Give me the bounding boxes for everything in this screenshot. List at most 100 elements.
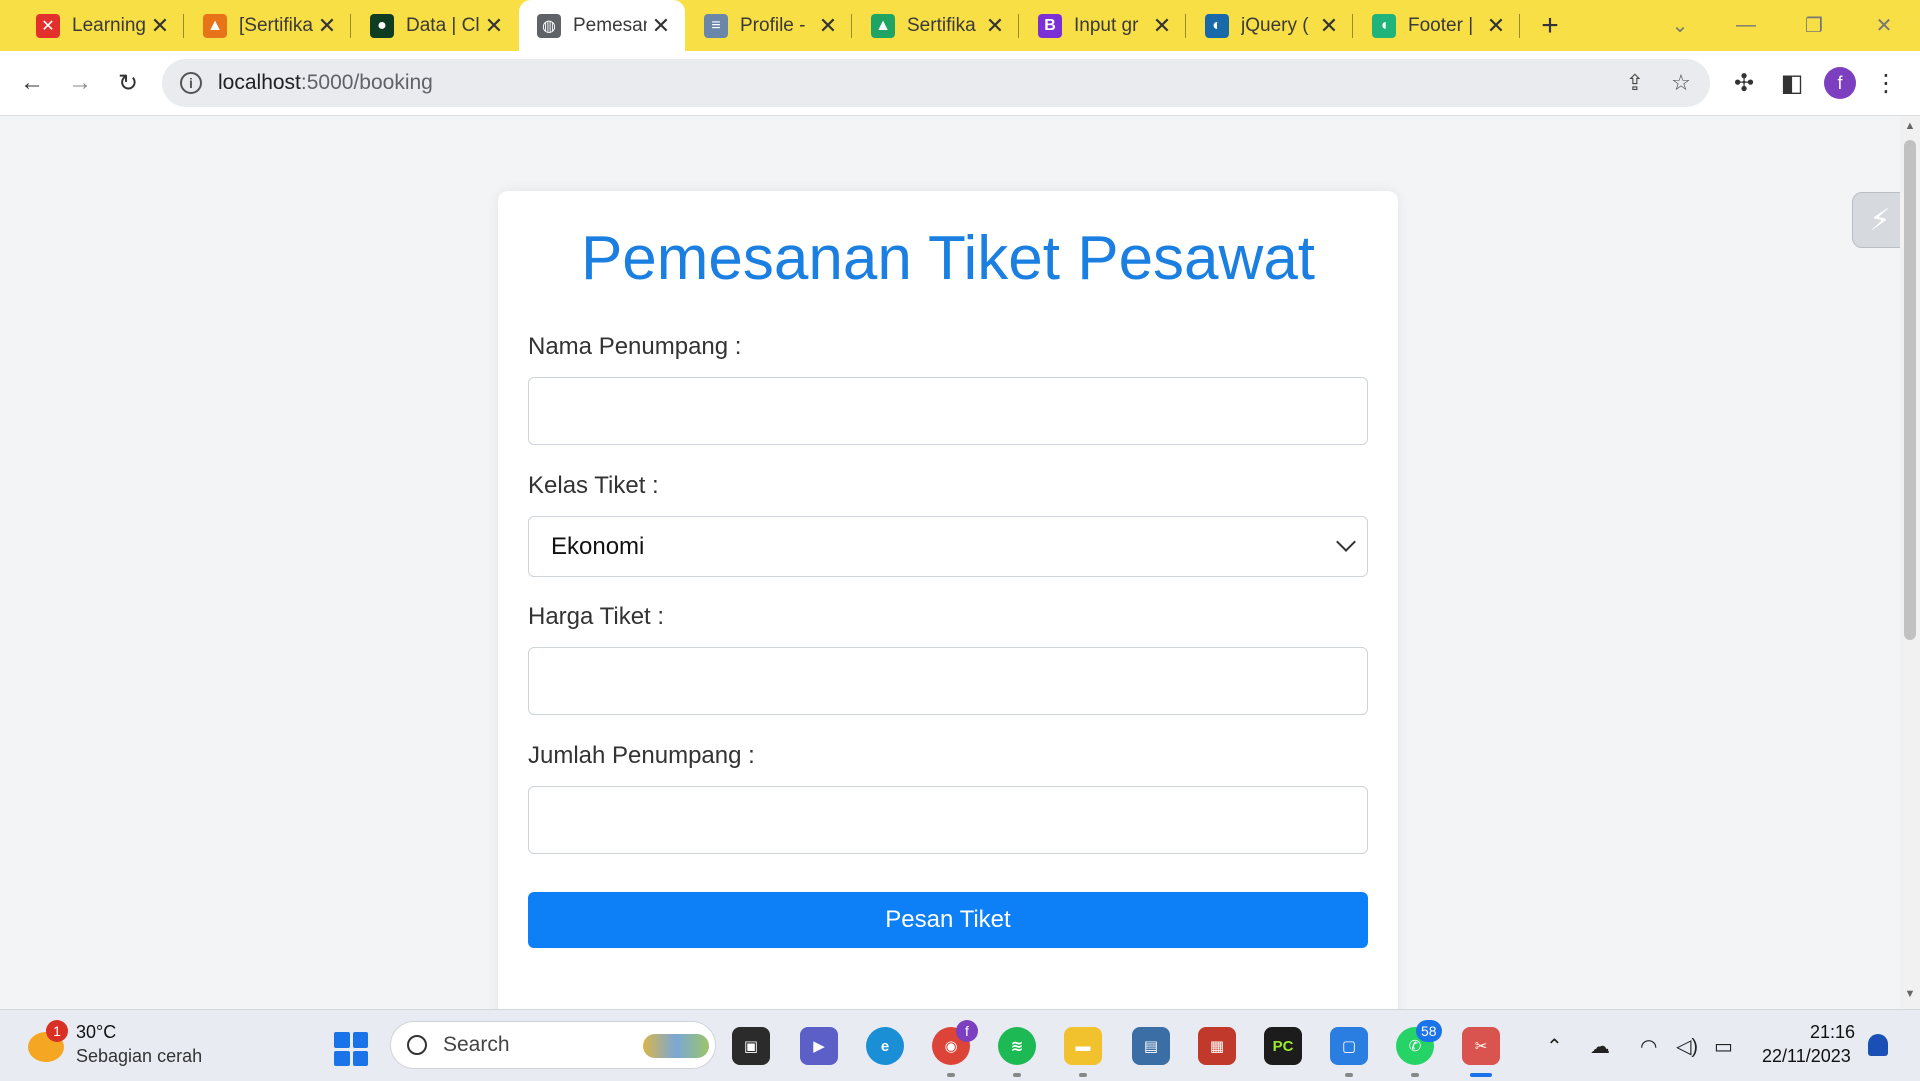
passenger-name-input[interactable] [528, 377, 1368, 445]
passenger-count-input[interactable] [528, 786, 1368, 854]
passenger-count-label: Jumlah Penumpang : [528, 742, 755, 769]
ticket-class-value: Ekonomi [551, 532, 645, 560]
scroll-down-arrow-icon[interactable]: ▼ [1900, 988, 1920, 1006]
browser-tab[interactable]: ▲ [Sertifika ✕ [185, 0, 351, 51]
close-window-button[interactable]: ✕ [1850, 0, 1918, 51]
page-scrollbar[interactable]: ▲ ▼ [1900, 116, 1920, 1009]
ticket-class-select[interactable]: Ekonomi [528, 516, 1368, 577]
search-icon [407, 1035, 427, 1055]
mongodb-icon: ● [370, 13, 394, 38]
tab-search-chevron-icon[interactable]: ⌄ [1646, 0, 1714, 51]
profile-logo-icon: ≡ [704, 13, 728, 38]
tab-separator [350, 14, 351, 38]
profile-avatar[interactable]: f [1824, 67, 1856, 99]
volume-icon[interactable]: ◁) [1676, 1034, 1698, 1059]
dicoding-icon: ✕ [36, 13, 60, 38]
tab-label: Input gr [1074, 14, 1139, 36]
windows-taskbar: 1 30°C Sebagian cerah Search ▣ ▶ e ◉ f ≋… [0, 1009, 1920, 1081]
python-idle-icon[interactable]: ▤ [1132, 1027, 1170, 1065]
minimize-button[interactable]: — [1712, 0, 1780, 51]
ticket-price-label: Harga Tiket : [528, 603, 665, 630]
spss-icon[interactable]: ▦ [1198, 1027, 1236, 1065]
bootstrap-icon: B [1038, 13, 1062, 38]
tray-overflow-chevron-icon[interactable]: ⌃ [1546, 1034, 1563, 1059]
browser-tab[interactable]: ◖ Footer | ✕ [1354, 0, 1520, 51]
wifi-icon[interactable]: ◠ [1640, 1034, 1657, 1059]
page-title: Pemesanan Tiket Pesawat [580, 224, 1316, 293]
footer-site-icon: ◖ [1372, 13, 1396, 38]
booking-card: Pemesanan Tiket Pesawat Nama Penumpang :… [498, 191, 1398, 1009]
chrome-running-indicator [947, 1073, 955, 1077]
browser-tab[interactable]: ◐ jQuery (✕ [1187, 0, 1353, 51]
whatsapp-running-indicator [1411, 1073, 1419, 1077]
share-icon[interactable]: ⇪ [1620, 70, 1650, 95]
browser-tab[interactable]: ◍ Pemesan ✕ [519, 0, 685, 51]
ticket-price-input[interactable] [528, 647, 1368, 715]
browser-tab[interactable]: ✕ Learning ✕ [18, 0, 184, 51]
browser-tab[interactable]: B Input gr ✕ [1020, 0, 1186, 51]
tab-separator [851, 14, 852, 38]
close-tab-icon[interactable]: ✕ [1148, 13, 1176, 39]
forward-button[interactable]: → [62, 65, 98, 101]
notification-bell-icon[interactable] [1868, 1034, 1888, 1056]
chrome-profile-badge: f [956, 1020, 978, 1042]
site-info-icon[interactable]: i [180, 72, 202, 94]
menu-kebab-icon[interactable]: ⋮ [1868, 65, 1904, 101]
new-tab-button[interactable]: + [1532, 0, 1568, 51]
restore-button[interactable]: ❐ [1780, 0, 1848, 51]
bookmark-star-icon[interactable]: ☆ [1666, 70, 1696, 95]
url-host: localhost [218, 71, 301, 94]
passenger-name-label: Nama Penumpang : [528, 333, 742, 360]
jquery-icon: ◐ [1205, 13, 1229, 38]
browser-tab[interactable]: ● Data | Cl ✕ [352, 0, 518, 51]
side-panel-icon[interactable]: ◧ [1774, 65, 1810, 101]
tab-label: Learning [72, 14, 146, 36]
url-path: :5000/booking [300, 71, 433, 94]
close-tab-icon[interactable]: ✕ [647, 13, 675, 39]
close-tab-icon[interactable]: ✕ [480, 13, 508, 39]
onedrive-cloud-icon[interactable]: ☁ [1590, 1034, 1610, 1059]
close-tab-icon[interactable]: ✕ [146, 13, 174, 39]
snipping-tool-icon[interactable]: ✂ [1462, 1027, 1500, 1065]
taskbar-time[interactable]: 21:16 [1810, 1022, 1855, 1043]
reload-button[interactable]: ↻ [110, 65, 146, 101]
close-tab-icon[interactable]: ✕ [981, 13, 1009, 39]
ticket-class-label: Kelas Tiket : [528, 472, 659, 499]
close-tab-icon[interactable]: ✕ [1315, 13, 1343, 39]
tab-label: Pemesan [573, 14, 647, 36]
taskbar-search-placeholder: Search [443, 1033, 510, 1056]
taskbar-search[interactable]: Search [390, 1021, 716, 1069]
scrollbar-thumb[interactable] [1904, 140, 1916, 640]
file-explorer-icon[interactable]: ▬ [1064, 1027, 1102, 1065]
scroll-up-arrow-icon[interactable]: ▲ [1900, 120, 1920, 138]
taskbar-date[interactable]: 22/11/2023 [1762, 1046, 1851, 1067]
notepad-app-icon[interactable]: ▢ [1330, 1027, 1368, 1065]
teams-chat-icon[interactable]: ▶ [800, 1027, 838, 1065]
order-ticket-button[interactable]: Pesan Tiket [528, 892, 1368, 948]
task-view-icon[interactable]: ▣ [732, 1027, 770, 1065]
windows-start-icon[interactable] [334, 1032, 368, 1066]
whatsapp-badge: 58 [1416, 1020, 1442, 1042]
battery-icon[interactable]: ▭ [1714, 1034, 1733, 1059]
weather-badge: 1 [46, 1020, 68, 1042]
browser-tab[interactable]: ≡ Profile - ✕ [686, 0, 852, 51]
spotify-icon[interactable]: ≋ [998, 1027, 1036, 1065]
close-tab-icon[interactable]: ✕ [313, 13, 341, 39]
tab-separator [1519, 14, 1520, 38]
extensions-puzzle-icon[interactable]: ✣ [1726, 65, 1762, 101]
address-bar[interactable]: i localhost:5000/booking ⇪ ☆ [162, 59, 1710, 107]
browser-tab[interactable]: ▲ Sertifika ✕ [853, 0, 1019, 51]
page-viewport: Pemesanan Tiket Pesawat Nama Penumpang :… [0, 116, 1900, 1009]
url-text[interactable]: localhost:5000/booking [218, 71, 433, 95]
notepad-running-indicator [1345, 1073, 1353, 1077]
close-tab-icon[interactable]: ✕ [814, 13, 842, 39]
tab-label: Data | Cl [406, 14, 480, 36]
weather-temperature[interactable]: 30°C [76, 1022, 116, 1043]
back-button[interactable]: ← [14, 65, 50, 101]
close-tab-icon[interactable]: ✕ [1482, 13, 1510, 39]
globe-icon: ◍ [537, 13, 561, 38]
edge-browser-icon[interactable]: e [866, 1027, 904, 1065]
weather-description[interactable]: Sebagian cerah [76, 1046, 202, 1067]
tab-strip: ✕ Learning ✕ ▲ [Sertifika ✕ ● Data | Cl ✕ ◍ Pemesa… [0, 0, 1920, 51]
pycharm-icon[interactable]: PC [1264, 1027, 1302, 1065]
